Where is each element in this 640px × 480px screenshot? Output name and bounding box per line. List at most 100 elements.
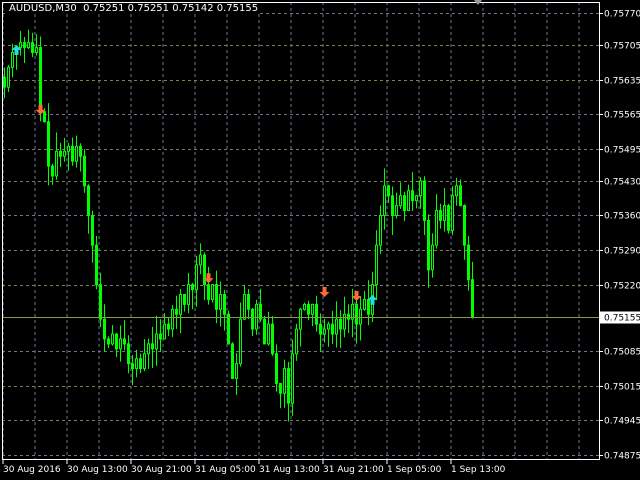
candle-bull bbox=[211, 284, 214, 300]
candle-bear bbox=[123, 338, 126, 345]
candle-bear bbox=[83, 155, 86, 187]
candle-bear bbox=[467, 244, 470, 281]
candle-bull bbox=[395, 205, 398, 216]
price-label: 0.75360 bbox=[604, 212, 640, 222]
candle-bear bbox=[183, 293, 186, 305]
candle-bull bbox=[199, 254, 202, 266]
time-label: 30 Aug 21:00 bbox=[131, 465, 192, 475]
candle-bull bbox=[179, 293, 182, 315]
candle-bear bbox=[307, 303, 310, 315]
price-label: 0.75565 bbox=[604, 111, 640, 121]
candle-bull bbox=[363, 298, 366, 310]
candle-bull bbox=[455, 185, 458, 197]
candle-bull bbox=[155, 333, 158, 350]
candle-bull bbox=[255, 303, 258, 330]
candle-bull bbox=[327, 323, 330, 330]
ohlc-low: 0.75142 bbox=[172, 3, 214, 14]
candle-bull bbox=[375, 244, 378, 286]
candle-bull bbox=[75, 145, 78, 162]
candle-bull bbox=[239, 318, 242, 365]
candle-bear bbox=[167, 323, 170, 330]
candle-bear bbox=[231, 343, 234, 379]
candle-bear bbox=[347, 313, 350, 320]
candle-bull bbox=[435, 210, 438, 246]
candle-bear bbox=[463, 205, 466, 246]
candle-bull bbox=[135, 358, 138, 370]
candle-bull bbox=[27, 42, 30, 49]
candle-bear bbox=[423, 180, 426, 221]
candle-bull bbox=[219, 293, 222, 310]
candle-bear bbox=[447, 205, 450, 231]
candle-bull bbox=[415, 195, 418, 202]
candle-bull bbox=[267, 323, 270, 345]
candle-bull bbox=[295, 328, 298, 355]
candle-bull bbox=[343, 313, 346, 330]
candle-bull bbox=[419, 180, 422, 197]
price-label: 0.75705 bbox=[604, 42, 640, 52]
candle-bear bbox=[215, 284, 218, 310]
candle-bull bbox=[195, 264, 198, 291]
candle-bear bbox=[3, 76, 6, 88]
axes: 0.75770 0.75705 0.75635 0.75565 0.75495 0.754… bbox=[2, 2, 640, 475]
candle-bear bbox=[387, 185, 390, 197]
candle-bear bbox=[287, 368, 290, 404]
price-label: 0.74875 bbox=[604, 452, 640, 462]
candle-bull bbox=[431, 244, 434, 271]
candle-bear bbox=[271, 323, 274, 355]
candle-bull bbox=[351, 303, 354, 320]
candle-bear bbox=[139, 358, 142, 370]
candle-bull bbox=[399, 195, 402, 207]
time-label: 31 Aug 21:00 bbox=[323, 465, 384, 475]
candle-bear bbox=[31, 42, 34, 54]
candle-bear bbox=[131, 363, 134, 370]
time-label: 30 Aug 13:00 bbox=[67, 465, 128, 475]
candle-bull bbox=[283, 368, 286, 394]
candle-bear bbox=[427, 219, 430, 271]
candle-bear bbox=[279, 382, 282, 394]
candle-bull bbox=[407, 190, 410, 212]
candle-bull bbox=[359, 308, 362, 325]
candle-bear bbox=[331, 323, 334, 335]
candle-bull bbox=[35, 47, 38, 54]
candle-bull bbox=[19, 42, 22, 49]
price-label: 0.75085 bbox=[604, 348, 640, 358]
time-label: 31 Aug 05:00 bbox=[195, 465, 256, 475]
candle-bear bbox=[315, 303, 318, 325]
candle-bull bbox=[235, 363, 238, 379]
candle-bear bbox=[259, 303, 262, 320]
symbol-timeframe: AUDUSD,M30 bbox=[9, 3, 77, 14]
candle-bear bbox=[459, 185, 462, 207]
candle-bear bbox=[51, 165, 54, 177]
candle-bear bbox=[91, 214, 94, 246]
candle-bull bbox=[55, 150, 58, 177]
candle-bear bbox=[207, 284, 210, 300]
candle-bear bbox=[355, 303, 358, 325]
candles bbox=[3, 29, 474, 422]
arrow-down-icon bbox=[319, 287, 330, 298]
candle-bear bbox=[99, 284, 102, 320]
candle-bull bbox=[323, 328, 326, 335]
candle-bull bbox=[379, 214, 382, 246]
candle-bear bbox=[103, 318, 106, 340]
candle-bull bbox=[111, 333, 114, 345]
candle-bear bbox=[191, 284, 194, 291]
candle-bear bbox=[247, 293, 250, 310]
candle-bear bbox=[95, 244, 98, 286]
candle-bull bbox=[63, 150, 66, 157]
candle-bull bbox=[299, 308, 302, 330]
candle-bear bbox=[151, 343, 154, 350]
price-chart[interactable]: 0.75770 0.75705 0.75635 0.75565 0.75495 0.754… bbox=[0, 0, 640, 480]
candle-bull bbox=[11, 52, 14, 68]
candle-bull bbox=[443, 205, 446, 221]
price-label: 0.75770 bbox=[604, 10, 640, 20]
candle-bear bbox=[439, 210, 442, 221]
signal-arrows bbox=[11, 45, 378, 305]
candle-bull bbox=[119, 338, 122, 350]
candle-bear bbox=[319, 323, 322, 335]
price-label: 0.75015 bbox=[604, 383, 640, 393]
candle-bear bbox=[263, 318, 266, 345]
candle-bull bbox=[311, 303, 314, 315]
price-label: 0.75220 bbox=[604, 282, 640, 292]
candle-bear bbox=[251, 308, 254, 330]
candle-bull bbox=[383, 185, 386, 216]
